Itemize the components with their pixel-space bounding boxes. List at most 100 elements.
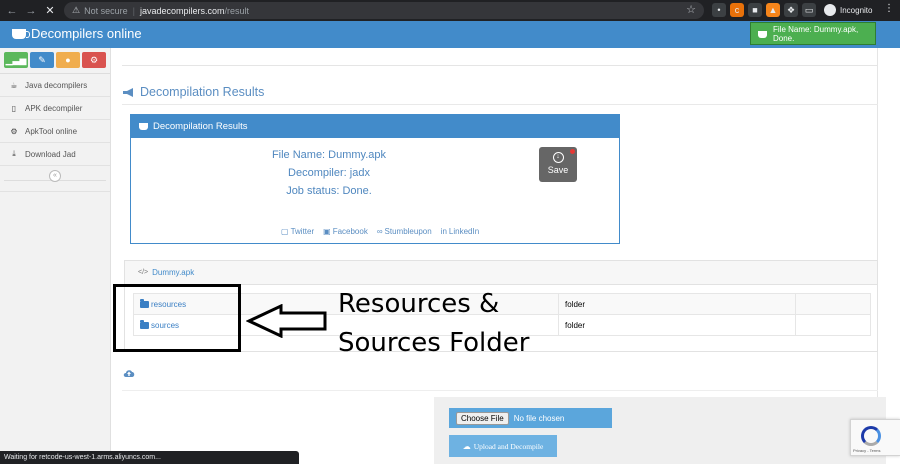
upload-decompile-button[interactable]: ☁ Upload and Decompile bbox=[449, 435, 557, 457]
code-icon: </> bbox=[138, 269, 149, 276]
save-label: Save bbox=[547, 165, 569, 175]
chart-shortcut-button[interactable]: ▁▃▅ bbox=[4, 52, 28, 68]
share-facebook-link[interactable]: ▣ Facebook bbox=[323, 227, 368, 236]
coffee-icon bbox=[12, 28, 30, 39]
cloud-upload-icon: ☁ bbox=[462, 441, 471, 451]
menu-kebab-icon[interactable]: ⋮ bbox=[884, 3, 894, 14]
coffee-icon: ☕ bbox=[10, 80, 18, 90]
no-file-text: No file chosen bbox=[513, 413, 565, 423]
bookmark-star-icon[interactable]: ☆ bbox=[686, 3, 696, 16]
bullhorn-icon bbox=[123, 87, 133, 97]
decompiler-text: Decompiler: jadx bbox=[288, 167, 370, 179]
window-icon[interactable]: ▭ bbox=[802, 3, 816, 17]
url-host: javadecompilers.com bbox=[139, 5, 225, 16]
notification-dot bbox=[570, 149, 575, 154]
recaptcha-footer[interactable]: Privacy - Terms bbox=[853, 448, 880, 453]
coffee-icon bbox=[758, 31, 767, 38]
sidebar-item-apk-decompiler[interactable]: ▯ APK decompiler bbox=[0, 97, 110, 120]
results-panel-title: Decompilation Results bbox=[153, 121, 248, 132]
share-stumbleupon-link[interactable]: ∞ Stumbleupon bbox=[377, 227, 432, 236]
stop-loading-icon[interactable]: ✕ bbox=[43, 4, 57, 18]
sidebar-item-label: Download Jad bbox=[25, 149, 76, 159]
back-arrow-icon[interactable]: ← bbox=[5, 4, 19, 18]
stumbleupon-icon: ∞ bbox=[376, 227, 383, 236]
type-cell: folder bbox=[558, 314, 796, 336]
extension-icon[interactable]: c bbox=[730, 3, 744, 17]
sidebar: ▁▃▅ ✎ ● ⚙ ☕ Java decompilers ▯ APK decom… bbox=[0, 48, 111, 464]
extra-cell bbox=[795, 293, 871, 315]
address-bar[interactable]: ⚠ Not secure | javadecompilers.com/resul… bbox=[64, 2, 704, 19]
type-cell: folder bbox=[558, 293, 796, 315]
brand-logo[interactable]: Decompilers online bbox=[12, 26, 142, 41]
divider bbox=[122, 65, 878, 66]
incognito-badge[interactable]: Incognito bbox=[824, 3, 872, 17]
page-title: Decompilation Results bbox=[123, 85, 264, 99]
browser-toolbar: ← → ✕ ⚠ Not secure | javadecompilers.com… bbox=[0, 0, 900, 21]
page-title-text: Decompilation Results bbox=[140, 85, 265, 99]
users-shortcut-button[interactable]: ● bbox=[56, 52, 80, 68]
puzzle-icon[interactable]: ❖ bbox=[784, 3, 798, 17]
pencil-shortcut-button[interactable]: ✎ bbox=[30, 52, 54, 68]
sidebar-item-java-decompilers[interactable]: ☕ Java decompilers bbox=[0, 74, 110, 97]
download-circle-icon: ↓ bbox=[552, 152, 564, 163]
annotation-line: Resources & bbox=[338, 289, 500, 319]
file-tree-header: </> Dummy.apk bbox=[125, 261, 877, 285]
extension-icon[interactable]: ▲ bbox=[766, 3, 780, 17]
file-input[interactable]: Choose File No file chosen bbox=[449, 408, 612, 428]
cloud-upload-icon bbox=[123, 370, 135, 377]
sidebar-item-label: APK decompiler bbox=[25, 103, 83, 113]
annotation-text: Resources & Sources Folder bbox=[338, 285, 529, 363]
incognito-avatar-icon bbox=[824, 4, 836, 16]
upload-label: Upload and Decompile bbox=[473, 441, 544, 451]
share-linkedin-link[interactable]: in LinkedIn bbox=[441, 227, 479, 236]
download-icon: ⤓ bbox=[12, 149, 16, 158]
extension-icon[interactable]: • bbox=[712, 3, 726, 17]
file-status-text: File Name: Dummy.apk, Done. bbox=[773, 24, 859, 43]
share-label: LinkedIn bbox=[448, 227, 480, 236]
extension-icon[interactable]: ■ bbox=[748, 3, 762, 17]
file-status-badge[interactable]: File Name: Dummy.apk, Done. bbox=[750, 22, 876, 45]
sidebar-collapse-row: « bbox=[0, 170, 110, 192]
brand-title: Decompilers online bbox=[31, 26, 142, 41]
sidebar-item-label: ApkTool online bbox=[25, 126, 78, 136]
facebook-icon: ▣ bbox=[323, 227, 331, 236]
divider bbox=[122, 104, 878, 105]
save-button[interactable]: ↓ Save bbox=[539, 147, 577, 182]
linkedin-icon: in bbox=[440, 227, 447, 236]
annotation-line: Sources Folder bbox=[338, 328, 530, 358]
extra-cell bbox=[795, 314, 871, 336]
results-panel-header: Decompilation Results bbox=[131, 115, 619, 138]
recaptcha-badge[interactable]: Privacy - Terms bbox=[850, 419, 900, 456]
browser-status-bar: Waiting for retcode-us-west-1.arms.aliyu… bbox=[0, 451, 299, 464]
share-label: Stumbleupon bbox=[384, 227, 432, 236]
sidebar-nav: ☕ Java decompilers ▯ APK decompiler ⚙ Ap… bbox=[0, 73, 110, 192]
job-status-text: Job status: Done. bbox=[286, 185, 372, 197]
warning-icon: ⚠ bbox=[72, 5, 81, 15]
twitter-icon: ▢ bbox=[281, 227, 289, 236]
choose-file-button[interactable]: Choose File bbox=[456, 411, 509, 425]
address-separator: | bbox=[132, 5, 135, 16]
recaptcha-icon bbox=[861, 426, 881, 446]
url-path: /result bbox=[224, 5, 250, 16]
share-label: Twitter bbox=[290, 227, 315, 236]
sidebar-item-apktool-online[interactable]: ⚙ ApkTool online bbox=[0, 120, 110, 143]
security-label: Not secure bbox=[84, 5, 128, 16]
sidebar-shortcuts: ▁▃▅ ✎ ● ⚙ bbox=[0, 48, 110, 68]
sidebar-item-download-jad[interactable]: ⤓ Download Jad bbox=[0, 143, 110, 166]
annotation-highlight-box bbox=[113, 284, 241, 352]
file-name-text: File Name: Dummy.apk bbox=[271, 149, 387, 161]
sidebar-item-label: Java decompilers bbox=[25, 80, 88, 90]
gear-icon: ⚙ bbox=[10, 126, 18, 136]
divider bbox=[122, 390, 878, 391]
share-links: ▢ Twitter ▣ Facebook ∞ Stumbleupon in Linked… bbox=[281, 227, 479, 236]
annotation-arrow-icon bbox=[246, 304, 327, 338]
incognito-label: Incognito bbox=[840, 5, 873, 15]
file-tree-title[interactable]: Dummy.apk bbox=[152, 268, 194, 277]
collapse-sidebar-button[interactable]: « bbox=[49, 170, 61, 182]
phone-icon: ▯ bbox=[11, 103, 17, 113]
forward-arrow-icon[interactable]: → bbox=[24, 4, 38, 18]
share-twitter-link[interactable]: ▢ Twitter bbox=[281, 227, 314, 236]
coffee-icon bbox=[139, 123, 148, 130]
cogs-shortcut-button[interactable]: ⚙ bbox=[82, 52, 106, 68]
results-panel: Decompilation Results File Name: Dummy.a… bbox=[130, 114, 620, 244]
